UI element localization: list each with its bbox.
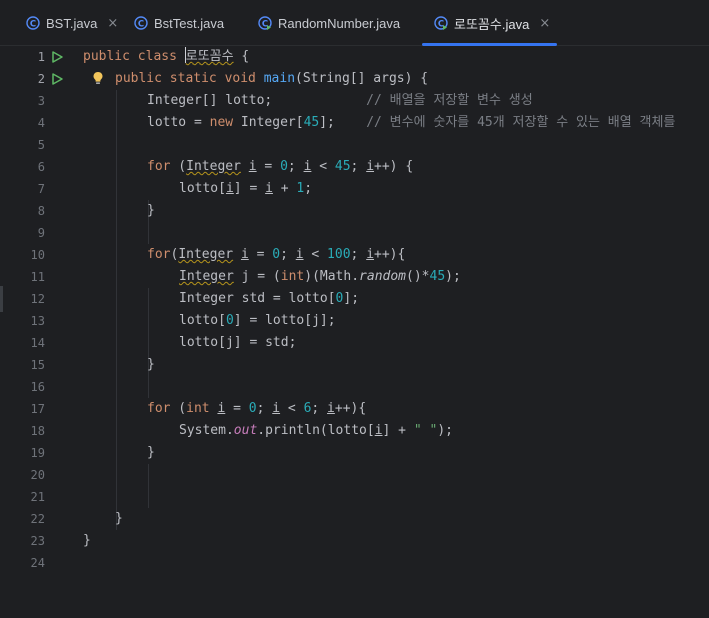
editor-tab-bar: C BST.java × C BstTest.java C RandomNumb… — [0, 0, 709, 46]
code-line-18: System.out.println(lotto[i] + " "); — [179, 423, 453, 438]
line-number: 15 — [30, 358, 45, 372]
line-number: 3 — [37, 94, 45, 108]
line-number: 4 — [37, 116, 45, 130]
code-line-15: } — [147, 357, 155, 372]
code-line-4: lotto = new Integer[45]; // 변수에 숫자를 45개 … — [147, 115, 676, 130]
line-number: 19 — [30, 446, 45, 460]
line-gutter: 1 2 3 4 5 6 7 8 9 10 11 12 13 14 15 16 1… — [0, 46, 80, 618]
svg-text:C: C — [30, 19, 36, 29]
code-line-22: } — [115, 511, 123, 526]
line-number: 2 — [37, 72, 45, 86]
code-line-14: lotto[j] = std; — [179, 335, 297, 350]
line-number: 24 — [30, 556, 45, 570]
tab-label: BST.java — [46, 15, 98, 31]
tab-lotto-java[interactable]: C 로또꼼수.java × — [422, 0, 557, 46]
java-class-run-icon: C — [434, 16, 448, 30]
line-number: 6 — [37, 160, 45, 174]
svg-text:C: C — [138, 19, 144, 29]
code-line-17: for (int i = 0; i < 6; i++){ — [147, 401, 367, 416]
run-icon[interactable] — [50, 72, 64, 86]
line-number: 1 — [37, 50, 45, 64]
line-number: 9 — [37, 226, 45, 240]
indent-guide — [148, 288, 149, 398]
line-number: 11 — [30, 270, 45, 284]
code-line-8: } — [147, 203, 155, 218]
line-number: 23 — [30, 534, 45, 548]
line-number: 21 — [30, 490, 45, 504]
line-number: 12 — [30, 292, 45, 306]
code-comment: // 변수에 숫자를 45개 저장할 수 있는 배열 객체를 — [366, 115, 676, 130]
tab-bsttest-java[interactable]: C BstTest.java — [134, 0, 234, 46]
line-number: 17 — [30, 402, 45, 416]
code-line-13: lotto[0] = lotto[j]; — [179, 313, 336, 328]
tab-label: BstTest.java — [154, 15, 225, 31]
line-number: 14 — [30, 336, 45, 350]
java-class-icon: C — [134, 16, 148, 30]
line-number: 5 — [37, 138, 45, 152]
line-number: 22 — [30, 512, 45, 526]
line-number: 8 — [37, 204, 45, 218]
line-number: 18 — [30, 424, 45, 438]
java-class-run-icon: C — [258, 16, 272, 30]
code-line-10: for(Integer i = 0; i < 100; i++){ — [147, 247, 406, 262]
gutter-line: 2 — [0, 68, 80, 90]
line-number: 7 — [37, 182, 45, 196]
close-icon[interactable]: × — [539, 16, 550, 31]
tab-label: RandomNumber.java — [278, 15, 401, 31]
line-number: 16 — [30, 380, 45, 394]
code-line-11: Integer j = (int)(Math.random()*45); — [179, 269, 461, 284]
line-number: 13 — [30, 314, 45, 328]
code-line-12: Integer std = lotto[0]; — [179, 291, 360, 306]
code-comment: // 배열을 저장할 변수 생성 — [366, 93, 533, 108]
tab-label: 로또꼼수.java — [454, 16, 530, 32]
close-icon[interactable]: × — [107, 16, 118, 31]
indent-guide — [116, 90, 117, 530]
code-line-1: public class 로또꼼수 { — [83, 47, 250, 64]
ide-window: C BST.java × C BstTest.java C RandomNumb… — [0, 0, 709, 618]
code-editor[interactable]: public class 로또꼼수 { public static void m… — [80, 46, 709, 618]
line-number: 20 — [30, 468, 45, 482]
code-line-6: for (Integer i = 0; i < 45; i++) { — [147, 159, 414, 174]
run-icon[interactable] — [50, 50, 64, 64]
code-line-7: lotto[i] = i + 1; — [179, 181, 313, 196]
tab-bst-java[interactable]: C BST.java × — [26, 0, 122, 46]
code-line-23: } — [83, 533, 91, 548]
code-line-2: public static void main(String[] args) { — [115, 71, 429, 86]
class-name: 로또꼼수 — [185, 49, 234, 64]
tab-randomnumber-java[interactable]: C RandomNumber.java — [258, 0, 408, 46]
gutter-line: 1 — [0, 46, 80, 68]
line-number: 10 — [30, 248, 45, 262]
indent-guide — [148, 464, 149, 508]
code-line-19: } — [147, 445, 155, 460]
code-line-3: Integer[] lotto; // 배열을 저장할 변수 생성 — [147, 93, 533, 108]
java-class-icon: C — [26, 16, 40, 30]
